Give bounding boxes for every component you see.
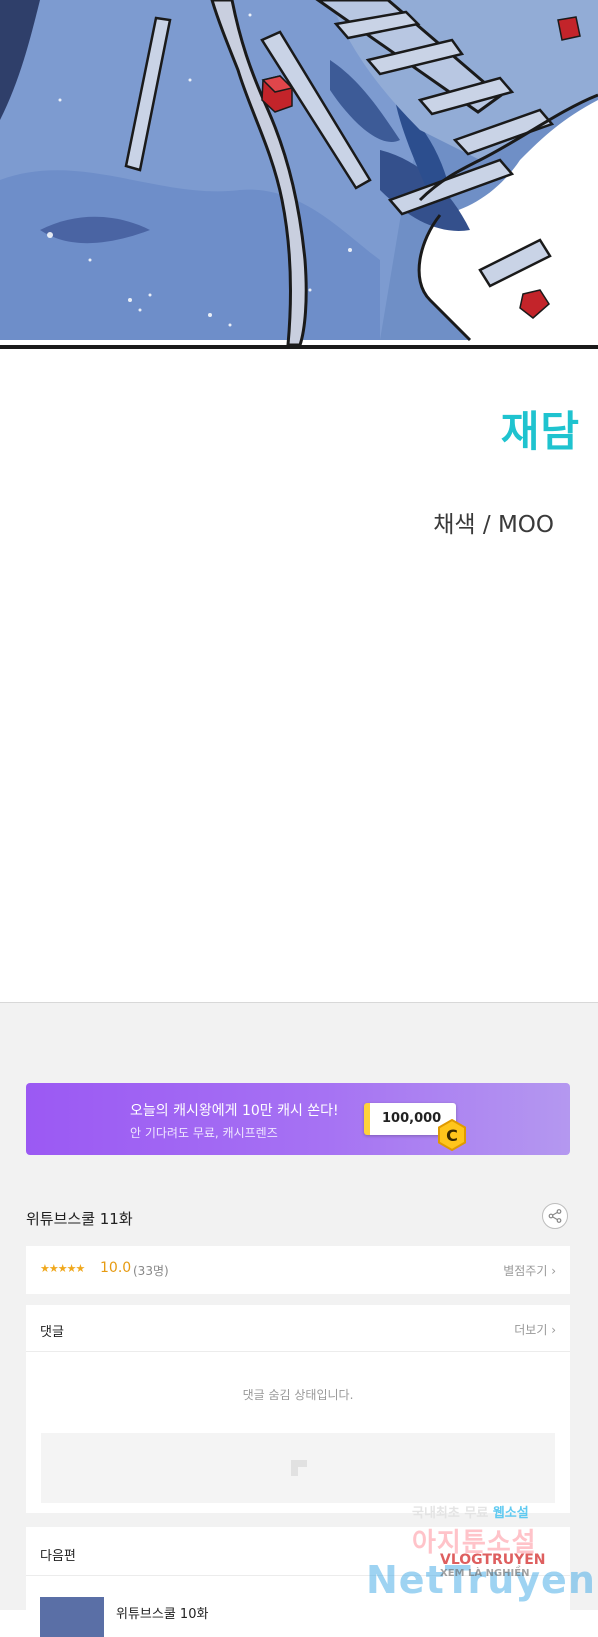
coin-icon: C <box>438 1119 466 1151</box>
next-episode-title[interactable]: 위튜브스쿨 10화 <box>116 1603 208 1622</box>
coin-letter: C <box>446 1126 458 1145</box>
rating-score: 10.0 <box>100 1260 132 1276</box>
comments-card: 댓글 더보기 › 댓글 숨김 상태입니다. <box>26 1305 570 1513</box>
share-button[interactable] <box>542 1203 568 1229</box>
divider <box>26 1351 570 1352</box>
comments-hidden-status: 댓글 숨김 상태입니다. <box>242 1388 354 1402</box>
comic-panel <box>0 0 598 350</box>
comic-artwork <box>0 0 598 350</box>
next-episode-card: 다음편 위튜브스쿨 10화 <box>26 1527 570 1637</box>
comments-more-link[interactable]: 더보기 › <box>514 1321 556 1338</box>
comments-header: 댓글 <box>40 1325 64 1340</box>
viewer-footer: 오늘의 캐시왕에게 10만 캐시 쏜다! 안 기다려도 무료, 캐시프렌즈 10… <box>0 1002 598 1637</box>
rating-count: (33명) <box>133 1264 169 1278</box>
banner-subtitle: 안 기다려도 무료, 캐시프렌즈 <box>130 1126 278 1140</box>
write-comment-icon <box>291 1460 307 1476</box>
rate-button[interactable]: 별점주기 › <box>503 1262 556 1279</box>
cash-amount: 100,000 <box>382 1111 442 1126</box>
rating-card: ★★★★★ 10.0 (33명) 별점주기 › <box>26 1246 570 1294</box>
share-icon <box>548 1209 562 1223</box>
next-episode-thumbnail[interactable] <box>40 1597 104 1637</box>
next-episode-header: 다음편 <box>40 1549 76 1564</box>
studio-logo: 재담 <box>500 407 580 456</box>
episode-title: 위튜브스쿨 11화 <box>26 1210 133 1228</box>
colorist-credit: 채색 / MOO <box>433 512 554 538</box>
divider <box>26 1575 570 1576</box>
comment-input[interactable] <box>41 1433 555 1503</box>
star-rating-icon: ★★★★★ <box>40 1262 85 1275</box>
banner-title: 오늘의 캐시왕에게 10만 캐시 쏜다! <box>130 1103 339 1119</box>
cash-event-banner[interactable]: 오늘의 캐시왕에게 10만 캐시 쏜다! 안 기다려도 무료, 캐시프렌즈 10… <box>26 1083 570 1155</box>
